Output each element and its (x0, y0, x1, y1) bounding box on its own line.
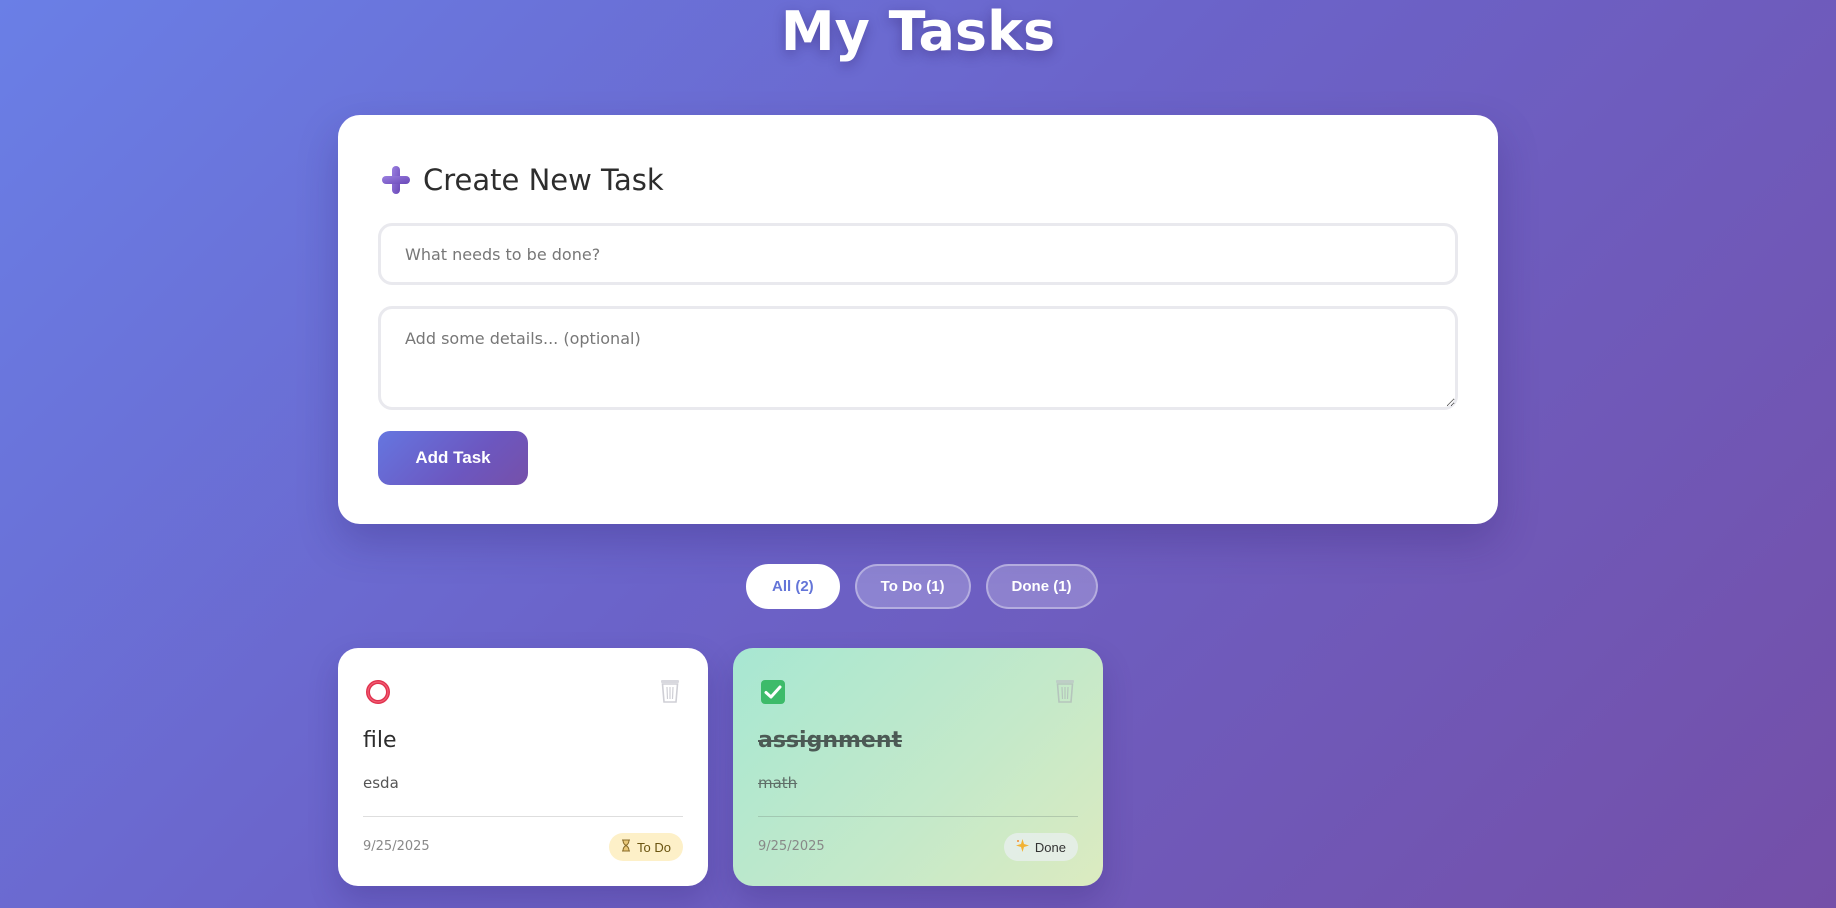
status-label: To Do (637, 839, 671, 855)
task-description: math (758, 774, 798, 792)
divider (363, 816, 683, 817)
page-title: My Tasks (780, 0, 1056, 63)
divider (758, 816, 1078, 817)
create-task-card: Create New Task Add Task (338, 115, 1498, 524)
task-details-textarea[interactable] (378, 306, 1458, 410)
plus-icon (380, 164, 412, 196)
task-card: assignment math 9/25/2025 Done (733, 648, 1103, 886)
status-label: Done (1034, 839, 1066, 855)
sparkle-icon (1015, 839, 1029, 855)
create-task-header: Create New Task (380, 160, 664, 200)
task-title: file (363, 728, 397, 753)
task-description: esda (363, 774, 399, 792)
status-badge: Done (1003, 833, 1078, 861)
hourglass-icon (621, 839, 631, 855)
create-task-title: Create New Task (423, 163, 664, 197)
task-date: 9/25/2025 (363, 839, 430, 854)
task-title-input[interactable] (378, 223, 1458, 285)
status-badge: To Do (609, 833, 683, 861)
filter-all-button[interactable]: All (2) (746, 564, 840, 609)
incomplete-circle-icon[interactable] (364, 678, 392, 706)
filter-todo-button[interactable]: To Do (1) (854, 564, 971, 609)
filter-done-button[interactable]: Done (1) (985, 564, 1098, 609)
task-title: assignment (758, 728, 903, 753)
task-date: 9/25/2025 (758, 839, 825, 854)
checkbox-checked-icon[interactable] (759, 678, 787, 706)
trash-icon[interactable] (1053, 678, 1077, 704)
filter-bar: All (2) To Do (1) Done (1) (746, 564, 1098, 609)
task-card: file esda 9/25/2025 To Do (338, 648, 708, 886)
trash-icon[interactable] (658, 678, 682, 704)
add-task-button[interactable]: Add Task (378, 431, 528, 485)
